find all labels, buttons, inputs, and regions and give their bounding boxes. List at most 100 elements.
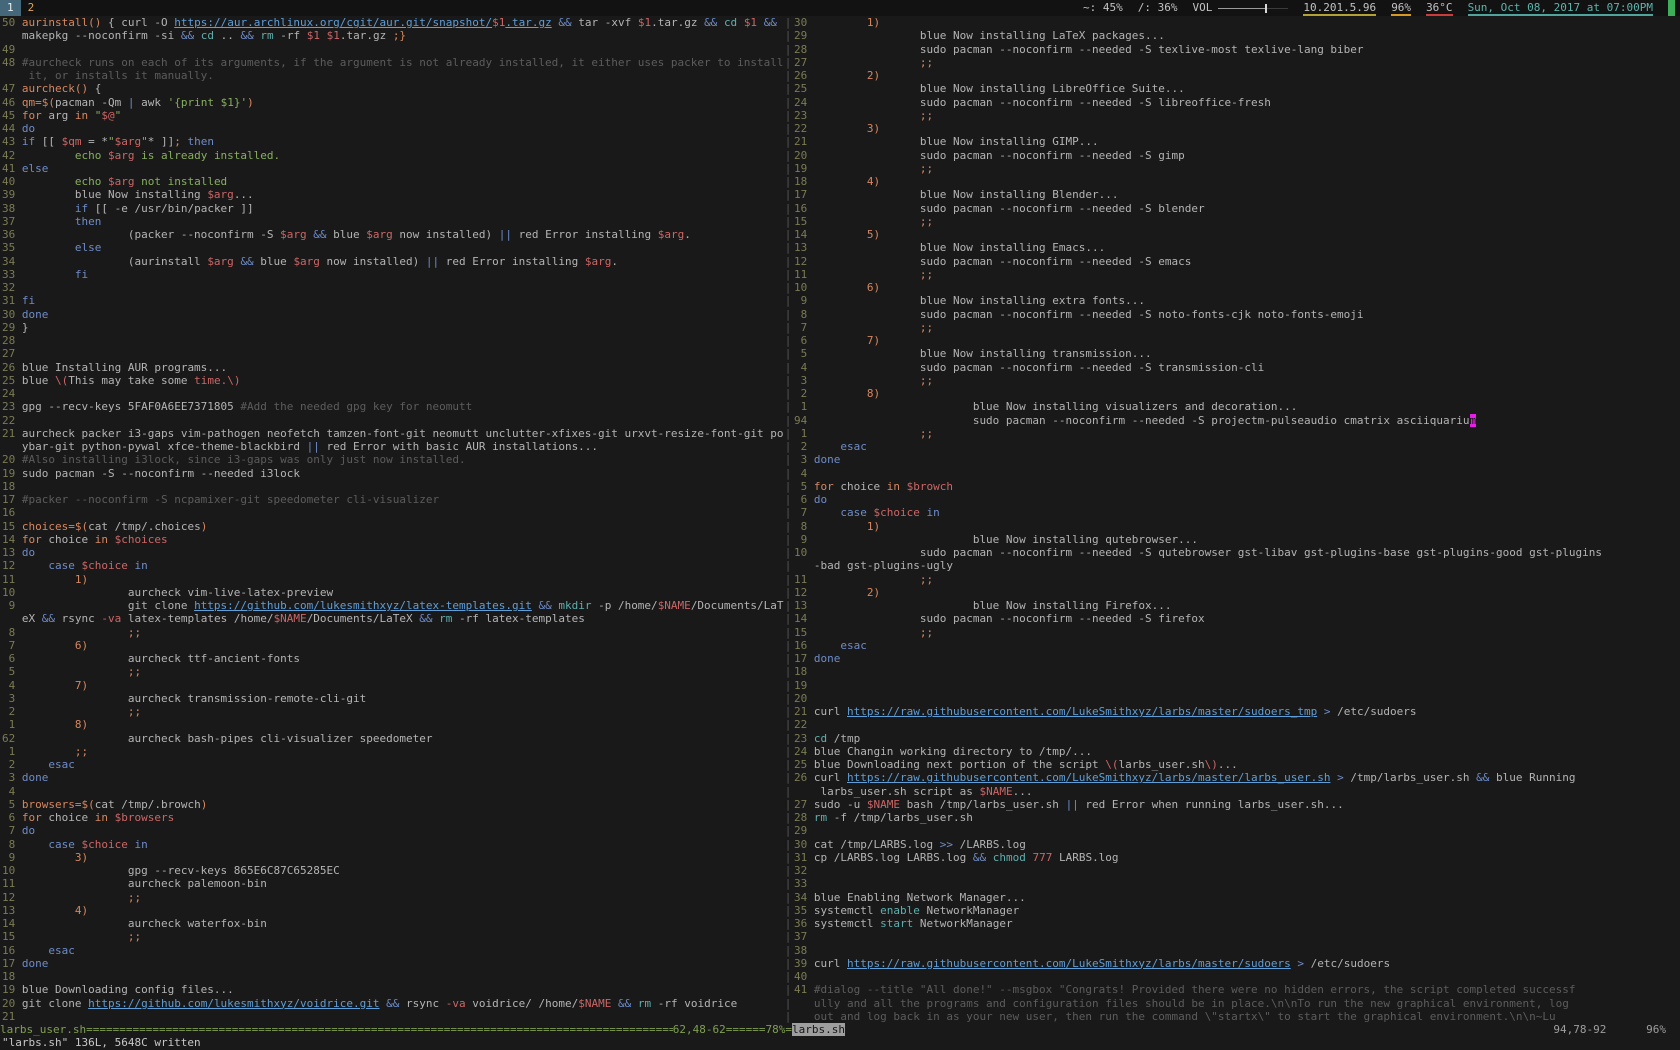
code-row: 35 systemctl enable NetworkManager	[794, 904, 1680, 917]
code-segment: rsync	[55, 612, 101, 625]
code-segment: sudo -u	[814, 798, 867, 811]
code-row: 29	[794, 824, 1680, 837]
volume-slider-track	[1218, 8, 1266, 9]
line-number: 19	[2, 467, 22, 480]
code-row: 42 echo $arg is already installed.	[2, 149, 784, 162]
code-segment: $@	[101, 109, 114, 122]
line-number: 6	[2, 652, 22, 665]
code-row: 17 blue Now installing Blender...	[794, 188, 1680, 201]
code-segment: .tar.gz	[505, 16, 551, 29]
code-segment: &&	[386, 997, 399, 1010]
line-number: 15	[2, 520, 22, 533]
line-number: 21	[2, 427, 22, 440]
code-segment: &&	[973, 851, 986, 864]
code-segment: blue Now installing visualizers and deco…	[814, 400, 1297, 413]
code-segment: .	[684, 228, 691, 241]
line-number: 21	[794, 705, 814, 718]
line-number: 26	[794, 69, 814, 82]
line-number: 25	[794, 758, 814, 771]
code-segment: 1)	[867, 16, 880, 29]
code-segment: $arg	[115, 135, 142, 148]
code-segment: ;;	[920, 268, 933, 281]
code-segment: done	[22, 308, 49, 321]
line-number: 24	[2, 387, 22, 400]
line-number: 17	[794, 652, 814, 665]
code-segment: else	[75, 241, 102, 254]
code-row: 21 curl https://raw.githubusercontent.co…	[794, 705, 1680, 718]
line-number: 25	[2, 374, 22, 387]
line-number: 3	[794, 374, 814, 387]
code-segment: #packer --noconfirm -S ncpamixer-git spe…	[22, 493, 439, 506]
code-segment: .	[611, 255, 618, 268]
code-segment: blue Now installing Blender...	[814, 188, 1119, 201]
code-row: 5 blue Now installing transmission...	[794, 347, 1680, 360]
code-segment: $arg	[108, 149, 135, 162]
code-row: 47 aurcheck() {	[2, 82, 784, 95]
line-number: 24	[794, 745, 814, 758]
line-number: 22	[794, 718, 814, 731]
status-bar: 1 2 ~: 45% /: 36% VOL 10.201.5.96 96% 36…	[0, 0, 1680, 16]
statusline-left-ruler: 62,48-62======78%=	[673, 1023, 792, 1036]
code-segment: choice	[42, 533, 95, 546]
code-segment: $browch	[907, 480, 953, 493]
code-segment: https://github.com/lukesmithxyz/latex-te…	[194, 599, 532, 612]
code-row: 38 if [[ -e /usr/bin/packer ]]	[2, 202, 784, 215]
line-number: 9	[2, 851, 22, 864]
line-number: 20	[2, 997, 22, 1010]
line-number: 46	[2, 96, 22, 109]
code-segment: curl	[814, 957, 847, 970]
code-segment: blue Now installing LaTeX packages...	[814, 29, 1165, 42]
line-number: 34	[794, 891, 814, 904]
code-row: 10 6)	[794, 281, 1680, 294]
code-segment: "	[141, 135, 148, 148]
code-segment	[814, 228, 867, 241]
line-number: 12	[2, 559, 22, 572]
workspace-button-1[interactable]: 1	[0, 0, 21, 16]
code-segment: blue Running	[1489, 771, 1575, 784]
code-segment: /etc/sudoers	[1330, 705, 1416, 718]
line-number: 35	[2, 241, 22, 254]
vertical-split-separator[interactable]: | | | | | | | | | | | | | | | | | | | | …	[784, 16, 792, 1023]
line-number: 3	[2, 771, 22, 784]
editor-pane-right[interactable]: 30 1)29 blue Now installing LaTeX packag…	[792, 16, 1680, 1023]
line-number: 6	[794, 334, 814, 347]
code-segment	[22, 944, 49, 957]
volume-slider[interactable]	[1218, 0, 1288, 16]
line-number: 1	[794, 400, 814, 413]
cursor-block: m	[1470, 414, 1477, 427]
code-segment: cat /tmp/.choices	[88, 520, 201, 533]
line-number: 2	[2, 758, 22, 771]
code-row: 17 #packer --noconfirm -S ncpamixer-git …	[2, 493, 784, 506]
line-number: 37	[2, 215, 22, 228]
code-row: 8 sudo pacman --noconfirm --needed -S no…	[794, 308, 1680, 321]
line-number: 26	[794, 771, 814, 784]
code-segment: &&	[42, 612, 55, 625]
code-segment	[611, 997, 618, 1010]
line-number: 15	[794, 215, 814, 228]
code-segment: NetworkManager	[920, 904, 1019, 917]
code-segment	[814, 573, 920, 586]
code-row: 26 curl https://raw.githubusercontent.co…	[794, 771, 1680, 784]
code-segment	[22, 851, 75, 864]
code-segment: /Documents/LaTeX	[307, 612, 420, 625]
line-number: 26	[2, 361, 22, 374]
workspace-button-2[interactable]: 2	[21, 0, 42, 16]
code-row: 7 do	[2, 824, 784, 837]
code-segment	[320, 29, 327, 42]
line-number: 33	[794, 877, 814, 890]
code-segment	[814, 321, 920, 334]
code-segment: NetworkManager	[913, 917, 1012, 930]
ip-address-module: 10.201.5.96	[1303, 0, 1376, 16]
code-segment: do	[22, 122, 35, 135]
line-number: 5	[794, 480, 814, 493]
line-number: 49	[2, 43, 22, 56]
code-segment: $NAME	[274, 612, 307, 625]
code-segment: aurinstall()	[22, 16, 101, 29]
editor-pane-left[interactable]: 50 aurinstall() { curl -O https://aur.ar…	[0, 16, 784, 1023]
code-segment: aurcheck()	[22, 82, 88, 95]
code-segment: -rf	[274, 29, 307, 42]
code-segment: LARBS.log	[1052, 851, 1118, 864]
volume-slider-handle[interactable]	[1265, 4, 1267, 13]
code-row: 13 4)	[2, 904, 784, 917]
code-segment	[814, 122, 867, 135]
